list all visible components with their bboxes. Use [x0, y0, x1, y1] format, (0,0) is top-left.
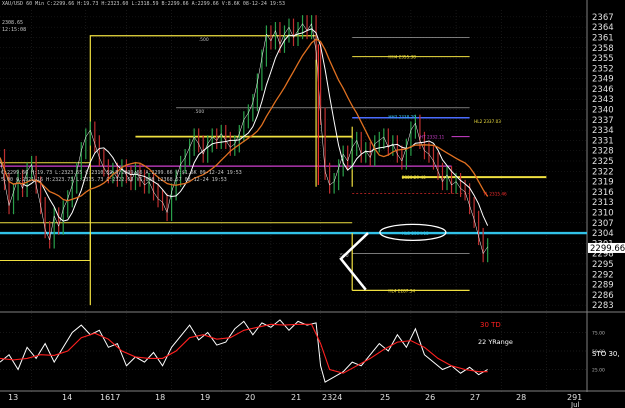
sto-tick-label: 75.00	[592, 331, 605, 337]
x-tick-label: 14	[62, 393, 72, 402]
y-tick-label: 2292	[592, 270, 614, 280]
x-tick-label: 21	[291, 393, 301, 402]
y-tick-label: 2304	[592, 229, 614, 239]
sto-subtitle: 22 YRange	[478, 338, 513, 346]
x-tick-label: 26	[425, 393, 435, 402]
y-tick-label: 2340	[592, 106, 614, 116]
y-tick-label: 2289	[592, 281, 614, 291]
y-tick-label: 2367	[592, 13, 614, 23]
y-tick-label: 2295	[592, 260, 614, 270]
chart-background	[0, 0, 625, 408]
y-tick-label: 2307	[592, 219, 614, 229]
y-tick-label: 2343	[592, 95, 614, 105]
y-tick-label: 2331	[592, 136, 614, 146]
x-tick-label: 27	[470, 393, 480, 402]
level-label: HH3 2338.29	[388, 115, 416, 120]
y-tick-label: 2319	[592, 178, 614, 188]
sto-title: 30 TD	[480, 321, 501, 329]
x-tick-label: 1617	[100, 393, 120, 402]
level-label: TL 2315.46	[482, 192, 507, 197]
price-chart: .500.500.500HH4 2355.38HH3 2338.29HL2 23…	[0, 0, 625, 408]
sto-label: STO 30,	[592, 350, 620, 358]
level-label: HH4 2355.38	[388, 55, 416, 60]
y-tick-label: 2355	[592, 54, 614, 64]
y-tick-label: 2349	[592, 75, 614, 85]
box-label: .500	[199, 37, 209, 43]
y-tick-label: 2352	[592, 64, 614, 74]
level-label: HL4 2287.34	[388, 288, 415, 293]
y-tick-label: 2310	[592, 208, 614, 218]
instrument-label: C:2299.66 H:19.73 L:2323.55 C:2310.59 B:…	[1, 170, 242, 176]
y-tick-label: 2313	[592, 198, 614, 208]
y-tick-label: 2322	[592, 167, 614, 177]
y-tick-label: 2283	[592, 301, 614, 311]
y-tick-label: 2316	[592, 188, 614, 198]
header-price: 2308.65	[2, 20, 24, 26]
level-label: HT 2332.11	[420, 135, 445, 140]
header-topline: XAU/USD 60 Min C:2299.66 H:19.73 H:2323.…	[2, 1, 285, 7]
volume-label: 5.00 C:2321.16 H:2323.73 L:2315.73 C:232…	[1, 177, 227, 183]
y-tick-label: 2325	[592, 157, 614, 167]
y-tick-label: 2328	[592, 147, 614, 157]
y-tick-label: 2364	[592, 23, 614, 33]
y-tick-label: 2334	[592, 126, 614, 136]
box-label: .500	[194, 109, 204, 115]
level-label: HL3 2304.13	[402, 231, 429, 236]
level-label: HL2 2337.03	[474, 119, 501, 124]
x-month-label: Jul	[570, 401, 580, 408]
y-tick-label: 2358	[592, 44, 614, 54]
y-tick-label: 2286	[592, 291, 614, 301]
x-tick-label: 18	[155, 393, 165, 402]
x-tick-label: 25	[380, 393, 390, 402]
last-price-label: 2299.66	[590, 244, 625, 254]
sto-tick-label: 25.00	[592, 368, 605, 374]
y-tick-label: 2361	[592, 33, 614, 43]
x-tick-label: 28	[516, 393, 526, 402]
x-tick-label: 2324	[322, 393, 342, 402]
x-tick-label: 20	[245, 393, 255, 402]
y-tick-label: 2337	[592, 116, 614, 126]
x-tick-label: 13	[8, 393, 18, 402]
y-tick-label: 2346	[592, 85, 614, 95]
header-time: 12:15:08	[2, 27, 27, 33]
level-label: 2320.29 40	[402, 175, 426, 180]
x-tick-label: 19	[200, 393, 210, 402]
